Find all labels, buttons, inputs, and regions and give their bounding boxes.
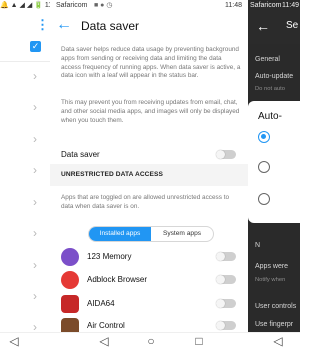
app-switch[interactable]	[216, 252, 236, 261]
n-label: N	[255, 242, 261, 249]
app-name: AIDA64	[87, 299, 115, 308]
data-saver-switch[interactable]	[216, 150, 236, 159]
checkbox-checked-icon[interactable]: ✓	[30, 41, 41, 52]
chevron-right-icon[interactable]: ›	[33, 290, 43, 302]
status-bar: Safaricom ■ ● ◷ 11:48	[50, 0, 248, 12]
app-name: Adblock Browser	[87, 275, 148, 284]
right-status-bar: Safaricom 11:49	[248, 0, 300, 12]
auto-update-title[interactable]: Auto-update	[255, 72, 293, 82]
carrier-name: Safaricom	[56, 2, 88, 9]
radio-option-3[interactable]	[258, 193, 270, 205]
unrestricted-data-access-description: Apps that are toggled on are allowed unr…	[61, 194, 230, 210]
left-status-bar: 🔔 ▲ ◢ ◢ 🔋 11:48	[0, 2, 50, 9]
app-icon-aida64	[61, 295, 79, 313]
chevron-right-icon[interactable]: ›	[33, 259, 43, 271]
switch-thumb	[216, 299, 225, 308]
page-title: Data saver	[81, 19, 140, 33]
status-notification-icons: ■ ● ◷	[94, 2, 113, 9]
back-arrow-icon[interactable]: ←	[256, 18, 270, 34]
radio-option-1[interactable]	[258, 131, 270, 143]
chevron-right-icon[interactable]: ›	[33, 70, 43, 82]
switch-thumb	[216, 275, 225, 284]
chevron-right-icon[interactable]: ›	[33, 133, 43, 145]
use-fingerprint-label[interactable]: Use fingerpr	[255, 320, 293, 330]
app-switch[interactable]	[216, 299, 236, 308]
clock: 11:48	[225, 2, 242, 9]
app-switch[interactable]	[216, 321, 236, 330]
home-icon[interactable]: ○	[145, 335, 157, 347]
left-back-icon[interactable]: ◁	[8, 335, 20, 347]
auto-update-subtitle: Do not auto	[255, 86, 285, 92]
recent-apps-icon[interactable]: □	[193, 335, 205, 347]
switch-thumb	[216, 321, 225, 330]
apps-were-label[interactable]: Apps were	[255, 262, 288, 272]
notify-when-label: Notify when	[255, 277, 286, 283]
app-name: 123 Memory	[87, 252, 132, 261]
right-page-title: Se	[286, 20, 299, 31]
app-icon-123-memory	[61, 248, 79, 266]
right-clock: 11:49	[282, 2, 299, 9]
tab-system-apps[interactable]: System apps	[151, 227, 213, 241]
chevron-right-icon[interactable]: ›	[33, 164, 43, 176]
right-settings-panel: Safaricom 11:49 ← Se General Auto-update…	[248, 0, 300, 350]
back-arrow-icon[interactable]: ←	[56, 17, 72, 33]
data-saver-warning: This may prevent you from receiving upda…	[61, 99, 240, 124]
chevron-right-icon[interactable]: ›	[33, 227, 43, 239]
app-switch[interactable]	[216, 275, 236, 284]
app-name: Air Control	[87, 321, 125, 330]
general-section-label: General	[255, 56, 280, 63]
right-back-icon[interactable]: ◁	[272, 335, 284, 347]
dialog-title: Auto-	[258, 111, 282, 122]
app-icon-adblock-browser	[61, 271, 79, 289]
right-carrier-name: Safaricom	[250, 2, 282, 9]
divider	[0, 61, 50, 62]
back-icon[interactable]: ◁	[98, 335, 110, 347]
user-controls-label: User controls	[255, 303, 297, 310]
left-app-panel: 🔔 ▲ ◢ ◢ 🔋 11:48 ⋮ ✓ › › › › › › › › ›	[0, 0, 50, 350]
unrestricted-data-access-title: UNRESTRICTED DATA ACCESS	[61, 171, 164, 178]
overflow-menu-icon[interactable]: ⋮	[36, 17, 49, 33]
tab-installed-apps[interactable]: Installed apps	[89, 227, 151, 241]
switch-thumb	[216, 150, 225, 159]
chevron-right-icon[interactable]: ›	[33, 196, 43, 208]
switch-thumb	[216, 252, 225, 261]
data-saver-label: Data saver	[61, 150, 100, 159]
radio-option-2[interactable]	[258, 161, 270, 173]
data-saver-screen: Safaricom ■ ● ◷ 11:48 ← Data saver Data …	[50, 0, 248, 350]
app-type-tabs: Installed apps System apps	[88, 226, 214, 242]
radio-selected-dot	[261, 134, 266, 139]
app-header	[50, 12, 248, 44]
data-saver-description: Data saver helps reduce data usage by pr…	[61, 46, 241, 80]
chevron-right-icon[interactable]: ›	[33, 101, 43, 113]
